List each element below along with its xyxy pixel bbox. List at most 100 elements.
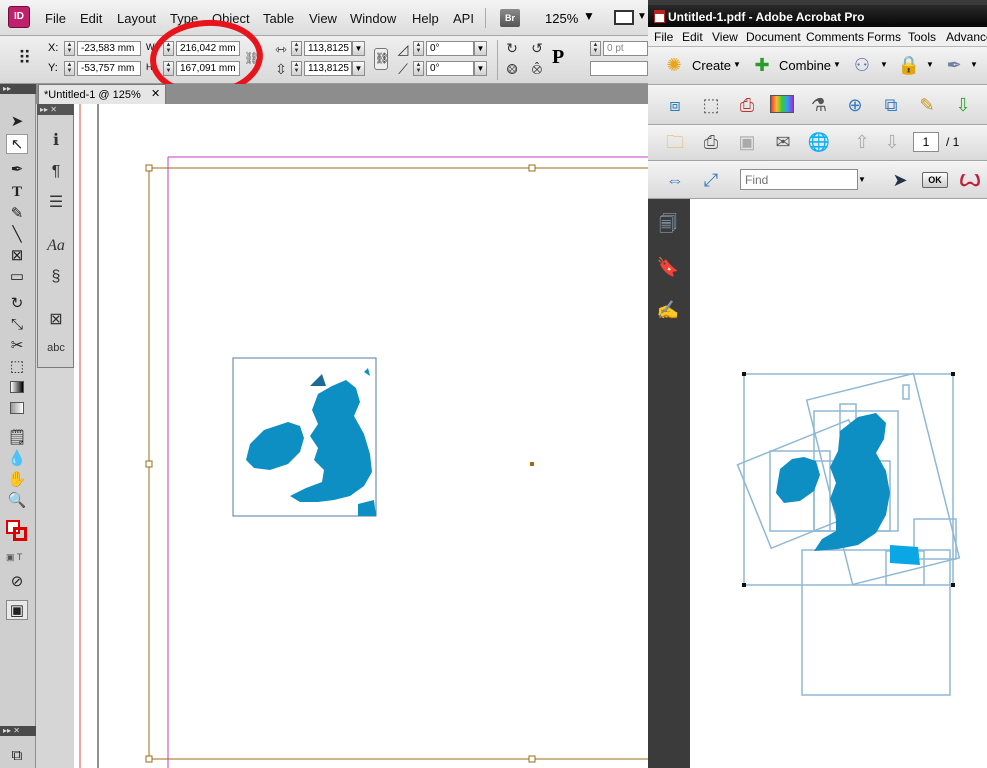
- paragraph-icon[interactable]: ¶: [45, 161, 67, 183]
- menu-layout[interactable]: Layout: [117, 11, 156, 26]
- stroke-spinner[interactable]: ▲ ▼: [590, 41, 601, 56]
- sign-pen-icon[interactable]: ✒: [942, 53, 966, 77]
- tool-icon-6[interactable]: ⊕: [842, 93, 868, 117]
- constrain-proportions-icon[interactable]: ⛓: [244, 51, 259, 65]
- combine-icon[interactable]: ✚: [750, 53, 774, 77]
- text-wrap-icon[interactable]: ☰: [45, 192, 67, 214]
- preview-mode-icon[interactable]: ▣: [6, 600, 28, 620]
- frame-fitting-icon[interactable]: ⊠: [45, 309, 67, 331]
- shear-field[interactable]: 0°: [426, 61, 474, 76]
- find-dropdown-icon[interactable]: ▼: [858, 175, 866, 184]
- y-field[interactable]: -53,757 mm: [77, 61, 141, 76]
- menu-file[interactable]: File: [45, 11, 66, 26]
- menu-api[interactable]: API: [453, 11, 474, 26]
- ac-menu-advanced[interactable]: Advance: [946, 30, 987, 44]
- ac-menu-view[interactable]: View: [712, 30, 738, 44]
- tools-panel-grip[interactable]: ▸▸: [0, 84, 36, 94]
- tool-icon-7[interactable]: ⧉: [878, 93, 904, 117]
- rotate-tool-icon[interactable]: ↻: [6, 294, 28, 314]
- free-transform-tool-icon[interactable]: ⬚: [6, 357, 28, 377]
- w-spinner[interactable]: ▲ ▼: [163, 41, 174, 56]
- menu-edit[interactable]: Edit: [80, 11, 102, 26]
- menu-object[interactable]: Object: [212, 11, 250, 26]
- pages-thumbnail-icon[interactable]: 🗐: [656, 212, 680, 236]
- color-tool-icon[interactable]: [770, 95, 794, 113]
- scale-tool-icon[interactable]: ⤡: [6, 315, 28, 335]
- tool-icon-3[interactable]: ⎙: [734, 93, 760, 117]
- rotate-spinner[interactable]: ▲ ▼: [413, 41, 424, 56]
- screen-mode-dropdown-icon[interactable]: ▼: [637, 11, 647, 22]
- line-tool-icon[interactable]: ╲: [6, 225, 28, 245]
- ac-menu-tools[interactable]: Tools: [908, 30, 936, 44]
- gradient-swatch-tool-icon[interactable]: [6, 379, 28, 399]
- upload-globe-icon[interactable]: 🌐: [806, 130, 832, 154]
- bridge-button[interactable]: Br: [500, 9, 520, 27]
- stroke-type-field[interactable]: [590, 61, 648, 76]
- flip-horizontal-icon[interactable]: ⨷: [503, 61, 521, 77]
- tool-icon-5[interactable]: ⚗: [806, 93, 832, 117]
- ac-menu-document[interactable]: Document: [746, 30, 801, 44]
- path-orientation-icon[interactable]: P: [552, 46, 564, 69]
- ac-menu-forms[interactable]: Forms: [867, 30, 901, 44]
- close-tab-icon[interactable]: ✕: [151, 87, 160, 100]
- effects-icon[interactable]: §: [45, 266, 67, 288]
- character-styles-icon[interactable]: Aa: [45, 235, 67, 257]
- hand-tool-icon[interactable]: ✋: [6, 470, 28, 490]
- constrain-scale-icon[interactable]: ⛓: [374, 48, 389, 70]
- next-page-icon[interactable]: ⇩: [880, 130, 904, 154]
- y-spinner[interactable]: ▲ ▼: [64, 61, 75, 76]
- tool-icon-2[interactable]: ⬚: [698, 93, 724, 117]
- w-field[interactable]: 216,042 mm: [176, 41, 240, 56]
- rotate-field[interactable]: 0°: [426, 41, 474, 56]
- ac-menu-edit[interactable]: Edit: [682, 30, 703, 44]
- document-tab[interactable]: *Untitled-1 @ 125%: [38, 84, 166, 104]
- tool-icon-9[interactable]: ⇩: [950, 93, 976, 117]
- rotate-cw-icon[interactable]: ↻: [503, 40, 521, 56]
- pages-panel-icon[interactable]: ⧉: [6, 746, 28, 766]
- scale-y-field[interactable]: 113,8125: [304, 61, 352, 76]
- combine-dropdown-icon[interactable]: ▼: [833, 60, 841, 69]
- collaborate-dropdown-icon[interactable]: ▼: [880, 60, 888, 69]
- eyedropper-tool-icon[interactable]: 💧: [6, 449, 28, 469]
- direct-selection-tool-icon[interactable]: ↖: [6, 134, 28, 154]
- print-icon[interactable]: ⎙: [698, 130, 724, 154]
- page-number-input[interactable]: 1: [913, 132, 939, 152]
- screen-mode-icon[interactable]: [614, 10, 634, 25]
- menu-view[interactable]: View: [309, 11, 337, 26]
- select-cursor-icon[interactable]: ➤: [888, 168, 912, 192]
- gradient-feather-tool-icon[interactable]: [6, 400, 28, 420]
- pencil-tool-icon[interactable]: ✎: [6, 204, 28, 224]
- x-spinner[interactable]: ▲ ▼: [64, 41, 75, 56]
- scale-x-spinner[interactable]: ▲ ▼: [291, 41, 302, 56]
- pen-tool-icon[interactable]: ✒: [6, 160, 28, 180]
- type-tool-icon[interactable]: T: [6, 182, 28, 202]
- collaborate-icon[interactable]: ⚇: [850, 53, 874, 77]
- secure-dropdown-icon[interactable]: ▼: [926, 60, 934, 69]
- menu-window[interactable]: Window: [350, 11, 396, 26]
- scissors-tool-icon[interactable]: ✂: [6, 336, 28, 356]
- apply-none-icon[interactable]: ⊘: [6, 572, 28, 592]
- formatting-icon[interactable]: ▣ T: [6, 552, 22, 563]
- stroke-swatch-icon[interactable]: [13, 527, 27, 541]
- tool-icon-8[interactable]: ✎: [914, 93, 940, 117]
- signatures-icon[interactable]: ✍: [656, 298, 680, 322]
- create-dropdown-icon[interactable]: ▼: [733, 60, 741, 69]
- secure-lock-icon[interactable]: 🔒: [897, 53, 921, 77]
- zoom-level[interactable]: 125%: [545, 11, 578, 26]
- scale-x-field[interactable]: 113,8125: [304, 41, 352, 56]
- fit-page-icon[interactable]: ⤢: [698, 168, 724, 192]
- shear-dropdown-icon[interactable]: ▼: [474, 61, 487, 76]
- flip-vertical-icon[interactable]: ⨶: [528, 61, 546, 77]
- scale-y-spinner[interactable]: ▲ ▼: [291, 61, 302, 76]
- stroke-weight-field[interactable]: 0 pt: [603, 41, 648, 56]
- bookmarks-icon[interactable]: 🔖: [656, 255, 680, 279]
- panel-dock-grip[interactable]: ▸▸ ✕: [37, 104, 74, 115]
- info-icon[interactable]: ℹ: [45, 130, 67, 152]
- sign-dropdown-icon[interactable]: ▼: [970, 60, 978, 69]
- zoom-tool-icon[interactable]: 🔍: [6, 491, 28, 511]
- create-icon[interactable]: ✺: [662, 53, 686, 77]
- open-folder-icon[interactable]: 🗀: [662, 130, 688, 154]
- save-icon[interactable]: ▣: [734, 130, 760, 154]
- reference-point-icon[interactable]: ⠿: [18, 46, 40, 70]
- ok-button[interactable]: OK: [922, 172, 948, 188]
